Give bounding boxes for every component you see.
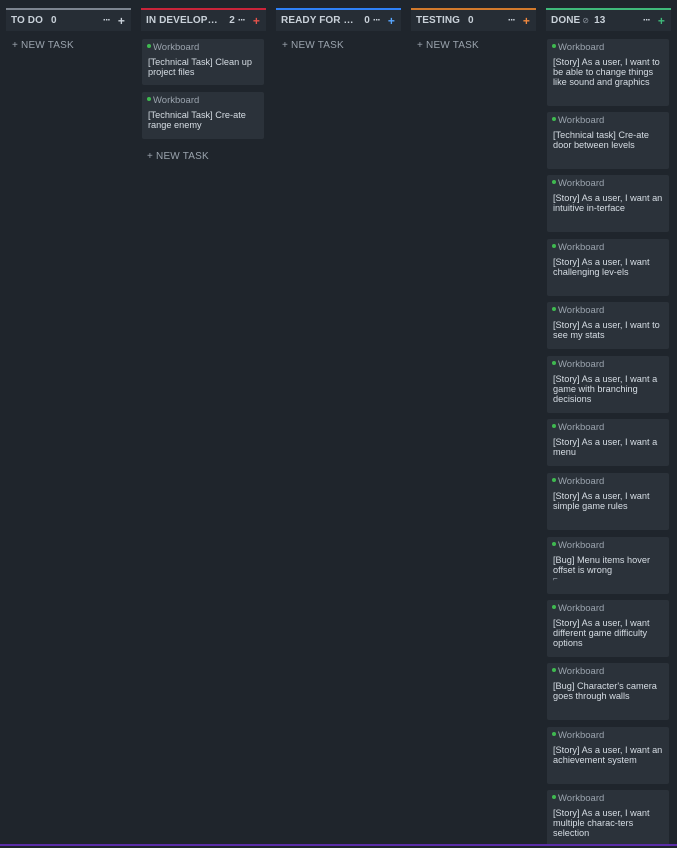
card-source: Workboard [147,96,258,106]
task-card[interactable]: Workboard [Bug] Character's camera goes … [547,663,669,720]
task-card[interactable]: Workboard [Story] As a user, I want an i… [547,175,669,232]
column-header-in-development: IN DEVELOPM... 2 ··· + [141,8,266,31]
card-title: [Bug] Character's camera goes through wa… [553,681,657,702]
status-dot-icon [552,732,556,736]
more-options-icon[interactable]: ··· [373,15,381,26]
column-title: DONE [551,15,581,26]
task-card[interactable]: Workboard [Bug] Menu items hover offset … [547,537,669,594]
column-count: 0 [364,15,370,26]
status-dot-icon [552,180,556,184]
new-task-button[interactable]: + NEW TASK [276,40,401,52]
status-dot-icon [552,117,556,121]
task-card[interactable]: Workboard [Story] As a user, I want to s… [547,302,669,349]
card-source: Workboard [552,423,663,433]
card-list: Workboard [Story] As a user, I want to b… [546,31,671,848]
column-header-ready-for-testing: READY FOR TE... 0 ··· + [276,8,401,31]
status-dot-icon [552,307,556,311]
column-title: READY FOR TE... [281,15,359,26]
card-source: Workboard [552,477,663,487]
task-card[interactable]: Workboard [Story] As a user, I want a ga… [547,356,669,413]
card-source: Workboard [552,306,663,316]
task-card[interactable]: Workboard [Story] As a user, I want diff… [547,600,669,657]
more-options-icon[interactable]: ··· [238,15,246,26]
card-source: Workboard [552,179,663,189]
card-title: [Story] As a user, I want an achievement… [553,745,663,766]
card-source: Workboard [552,243,663,253]
card-title: [Story] As a user, I want different game… [553,618,650,649]
column-title: TO DO [11,15,43,26]
card-title: [Story] As a user, I want simple game ru… [553,491,650,512]
status-dot-icon [552,478,556,482]
card-title: [Technical Task] Cre-ate range enemy [148,110,246,131]
status-dot-icon [552,605,556,609]
status-dot-icon [552,542,556,546]
add-task-icon[interactable]: + [388,15,395,27]
column-todo: TO DO 0 ··· + + NEW TASK [6,8,131,52]
card-title: [Story] As a user, I want multiple chara… [553,808,650,839]
card-marker: ⌐ [553,574,558,584]
column-header-done: DONE ⊘ 13 ··· + [546,8,671,31]
task-card[interactable]: Workboard [Story] As a user, I want an a… [547,727,669,784]
card-source: Workboard [552,731,663,741]
add-task-icon[interactable]: + [118,15,125,27]
card-title: [Story] As a user, I want to see my stat… [553,320,660,341]
card-title: [Technical task] Cre-ate door between le… [553,130,649,151]
card-source: Workboard [147,43,258,53]
card-title: [Bug] Menu items hover offset is wrong [553,555,651,576]
add-task-icon[interactable]: + [253,15,260,27]
more-options-icon[interactable]: ··· [103,15,111,26]
status-dot-icon [552,795,556,799]
status-dot-icon [147,97,151,101]
task-card[interactable]: Workboard [Story] As a user, I want to b… [547,39,669,106]
card-title: [Story] As a user, I want to be able to … [553,57,660,88]
new-task-button[interactable]: + NEW TASK [411,40,536,52]
add-task-icon[interactable]: + [658,15,665,27]
new-task-button[interactable]: + NEW TASK [6,40,131,52]
task-card[interactable]: Workboard [Story] As a user, I want simp… [547,473,669,530]
status-dot-icon [552,44,556,48]
more-options-icon[interactable]: ··· [643,15,651,26]
kanban-board: TO DO 0 ··· + + NEW TASK IN DEVELOPM... … [0,0,677,846]
card-source: Workboard [552,667,663,677]
card-source: Workboard [552,794,663,804]
card-source: Workboard [552,360,663,370]
task-card[interactable]: Workboard [Technical Task] Clean up proj… [142,39,264,85]
status-dot-icon [552,424,556,428]
card-title: [Story] As a user, I want a game with br… [553,374,658,405]
status-dot-icon [147,44,151,48]
task-card[interactable]: Workboard [Technical Task] Cre-ate range… [142,92,264,139]
status-dot-icon [552,668,556,672]
column-done: DONE ⊘ 13 ··· + Workboard [Story] As a u… [546,8,671,848]
card-title: [Technical Task] Clean up project files [148,57,253,78]
column-header-testing: TESTING 0 ··· + [411,8,536,31]
bottom-accent-bar [0,844,677,846]
card-title: [Story] As a user, I want a menu [553,437,658,458]
task-card[interactable]: Workboard [Technical task] Cre-ate door … [547,112,669,169]
status-dot-icon [552,244,556,248]
column-header-todo: TO DO 0 ··· + [6,8,131,31]
column-ready-for-testing: READY FOR TE... 0 ··· + + NEW TASK [276,8,401,52]
column-count: 0 [50,15,57,26]
task-card[interactable]: Workboard [Story] As a user, I want mult… [547,790,669,846]
add-task-icon[interactable]: + [523,15,530,27]
status-dot-icon [552,361,556,365]
column-count: 0 [468,15,474,26]
task-card[interactable]: Workboard [Story] As a user, I want chal… [547,239,669,296]
column-count: 13 [594,15,606,26]
more-options-icon[interactable]: ··· [508,15,516,26]
card-source: Workboard [552,116,663,126]
column-testing: TESTING 0 ··· + + NEW TASK [411,8,536,52]
card-source: Workboard [552,43,663,53]
task-card[interactable]: Workboard [Story] As a user, I want a me… [547,419,669,466]
card-title: [Story] As a user, I want challenging le… [553,257,650,278]
check-circle-icon: ⊘ [582,16,590,25]
card-source: Workboard [552,604,663,614]
column-in-development: IN DEVELOPM... 2 ··· + Workboard [Techni… [141,8,266,163]
column-title: IN DEVELOPM... [146,15,224,26]
card-source: Workboard [552,541,663,551]
column-title: TESTING [416,15,461,26]
column-count: 2 [229,15,235,26]
card-title: [Story] As a user, I want an intuitive i… [553,193,663,214]
card-list: Workboard [Technical Task] Clean up proj… [141,31,266,156]
